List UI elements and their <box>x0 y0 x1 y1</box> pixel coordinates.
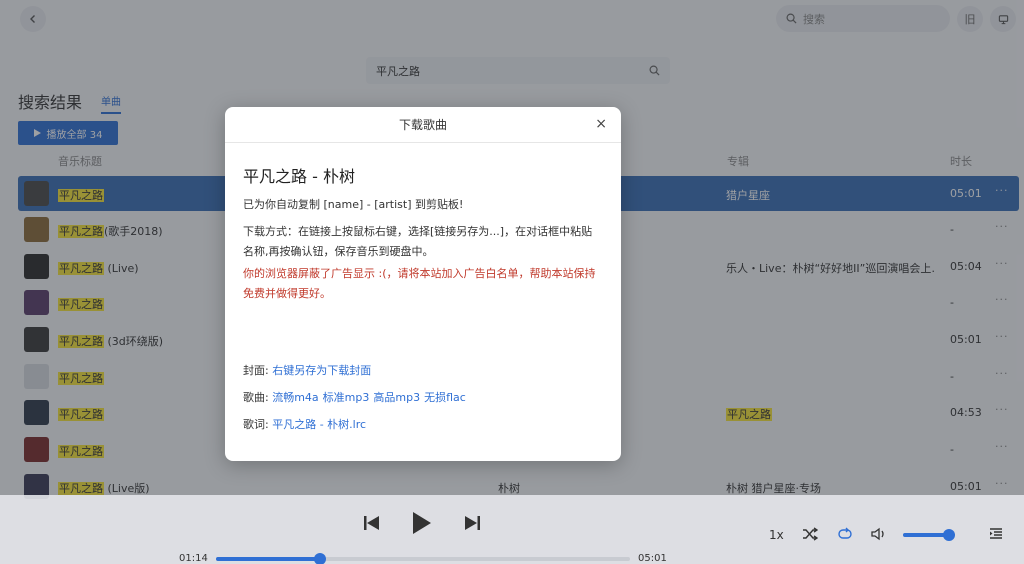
play-icon <box>413 512 431 534</box>
skip-next-icon <box>465 516 480 530</box>
download-instructions: 下载方式：在链接上按鼠标右键，选择[链接另存为...]，在对话框中粘贴名称,再按… <box>243 225 593 258</box>
time-total: 05:01 <box>638 553 667 564</box>
link-flac[interactable]: 无损flac <box>424 391 466 404</box>
adblock-warning: 你的浏览器屏蔽了广告显示 :(，请将本站加入广告白名单，帮助本站保持免费并做得更… <box>243 267 596 300</box>
song-title: 平凡之路 - 朴树 <box>243 167 355 186</box>
download-dialog: 下载歌曲 × 平凡之路 - 朴树 已为你自动复制 [name] - [artis… <box>225 107 621 461</box>
skip-previous-icon <box>364 516 379 530</box>
link-m4a[interactable]: 流畅m4a <box>272 391 318 404</box>
cover-row: 封面: 右键另存为下载封面 <box>243 361 603 381</box>
lyrics-download-link[interactable]: 平凡之路 - 朴树.lrc <box>272 418 366 431</box>
time-current: 01:14 <box>179 553 208 564</box>
playlist-button[interactable] <box>989 527 1003 544</box>
previous-button[interactable] <box>364 516 382 534</box>
song-links-row: 歌曲: 流畅m4a 标准mp3 高品mp3 无损flac <box>243 388 603 408</box>
volume-fill <box>903 533 949 537</box>
repeat-icon <box>838 527 852 539</box>
volume-icon <box>871 527 884 541</box>
volume-knob[interactable] <box>942 529 955 541</box>
cover-download-link[interactable]: 右键另存为下载封面 <box>272 364 371 377</box>
playlist-icon <box>990 528 1002 539</box>
shuffle-button[interactable] <box>802 527 819 544</box>
repeat-button[interactable] <box>837 527 853 544</box>
volume-slider[interactable] <box>903 529 955 541</box>
progress-bar[interactable] <box>216 553 630 564</box>
lyrics-label: 歌词: <box>243 418 273 431</box>
song-label: 歌曲: <box>243 391 273 404</box>
progress-fill <box>216 557 320 561</box>
dialog-header: 下载歌曲 × <box>225 107 621 143</box>
volume-button[interactable] <box>871 527 887 544</box>
play-pause-button[interactable] <box>413 512 435 536</box>
copied-notice: 已为你自动复制 [name] - [artist] 到剪贴板! <box>243 198 464 211</box>
next-button[interactable] <box>465 516 483 534</box>
link-high-mp3[interactable]: 高品mp3 <box>373 391 420 404</box>
cover-label: 封面: <box>243 364 273 377</box>
shuffle-icon <box>803 527 819 541</box>
close-icon[interactable]: × <box>595 116 607 132</box>
speed-button[interactable]: 1x <box>769 528 784 542</box>
progress-knob[interactable] <box>313 553 326 564</box>
dialog-title: 下载歌曲 <box>398 118 447 132</box>
lyrics-row: 歌词: 平凡之路 - 朴树.lrc <box>243 415 603 435</box>
link-standard-mp3[interactable]: 标准mp3 <box>323 391 370 404</box>
